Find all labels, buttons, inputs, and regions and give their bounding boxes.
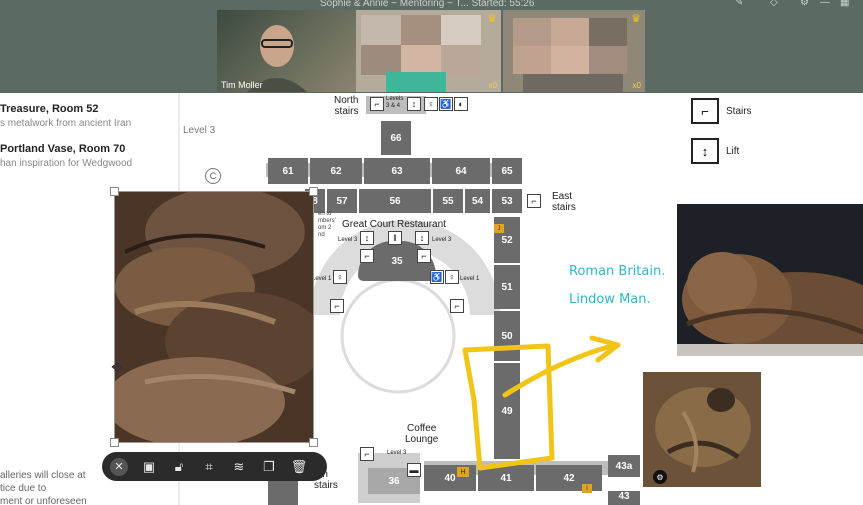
- settings-icon[interactable]: ⚙: [800, 0, 809, 8]
- resize-handle[interactable]: [309, 187, 318, 196]
- photo-image: [115, 192, 313, 442]
- accessible-toilet-icon: ♿: [439, 97, 453, 111]
- signal-icon[interactable]: ◇: [770, 0, 778, 8]
- lift-legend-label: Lift: [726, 146, 740, 157]
- room-43a[interactable]: 43a: [608, 455, 640, 477]
- room-61[interactable]: 61: [268, 158, 308, 184]
- levels-tag: Levels 3 & 4: [386, 96, 404, 109]
- lift-icon: ↕: [360, 231, 374, 245]
- stairs-icon: ⌐: [527, 194, 541, 208]
- lindow-man-photo-small[interactable]: ⚙: [643, 372, 761, 487]
- coffee-lounge-label: Coffee Lounge: [405, 423, 439, 445]
- room-50[interactable]: 50: [494, 311, 520, 361]
- room-badge: H: [457, 467, 469, 477]
- participant-video-blurred: [503, 10, 645, 92]
- annotation-roman-britain[interactable]: Roman Britain.: [569, 264, 665, 279]
- stairs-icon: ⌐: [370, 97, 384, 111]
- room-49[interactable]: 49: [494, 363, 520, 459]
- move-cursor-icon[interactable]: ✥: [109, 359, 125, 375]
- participant-tile-3[interactable]: ♛ x0: [503, 10, 645, 92]
- room-57[interactable]: 57: [327, 189, 357, 213]
- room-54[interactable]: 54: [465, 189, 490, 213]
- photo-badge-icon: ⚙: [653, 470, 667, 484]
- room-65[interactable]: 65: [492, 158, 522, 184]
- level-label: Level 3: [183, 125, 216, 136]
- room-53[interactable]: 53: [492, 189, 522, 213]
- lindow-man-photo-selected[interactable]: [114, 191, 314, 443]
- stairs-icon: ⌐: [330, 299, 344, 313]
- level-label-small: Level 3: [387, 450, 407, 456]
- room-41[interactable]: 41: [478, 465, 534, 491]
- grid-icon[interactable]: ▦: [840, 0, 849, 8]
- mic-icon[interactable]: ✎: [735, 0, 743, 8]
- north-stairs-label: North stairs: [334, 95, 359, 117]
- image-replace-icon[interactable]: ▣: [140, 458, 158, 476]
- room-badge: I: [582, 484, 592, 493]
- stairs-icon: ⌐: [360, 447, 374, 461]
- duplicate-icon[interactable]: ❐: [260, 458, 278, 476]
- photo-image: [677, 204, 863, 356]
- room-64[interactable]: 64: [432, 158, 490, 184]
- level-label-small: Level 3: [432, 237, 452, 243]
- toilets-icon: ‖: [388, 231, 402, 245]
- level-label-small: Level 1: [312, 276, 332, 282]
- lift-icon: ↕: [407, 97, 421, 111]
- stairs-icon: ⌐: [417, 249, 431, 263]
- east-stairs-label: East stairs: [552, 191, 576, 213]
- room-42[interactable]: 42: [536, 465, 602, 491]
- toilets-icon: ♀: [445, 270, 459, 284]
- resize-handle[interactable]: [110, 187, 119, 196]
- lift-icon: ↕: [415, 231, 429, 245]
- resize-handle[interactable]: [110, 438, 119, 447]
- room-43[interactable]: 43: [608, 491, 640, 505]
- participant-name: Tim Moller: [221, 80, 263, 90]
- stairs-legend-label: Stairs: [726, 106, 752, 117]
- room-62[interactable]: 62: [310, 158, 362, 184]
- restaurant-label: Great Court Restaurant: [342, 219, 446, 230]
- room-badge: J: [494, 224, 504, 233]
- reaction-count: x0: [488, 81, 497, 90]
- lindow-man-photo-right[interactable]: [677, 204, 863, 356]
- participant-tile-tim[interactable]: Tim Moller: [217, 10, 356, 92]
- reaction-count: x0: [632, 81, 641, 90]
- map-marker-c: C: [205, 168, 221, 184]
- host-crown-icon: ♛: [487, 13, 497, 25]
- delete-icon[interactable]: 🗑︎: [290, 458, 308, 476]
- unlock-icon[interactable]: 🔓︎: [170, 458, 188, 476]
- toilets-icon: ♀: [333, 270, 347, 284]
- room-63[interactable]: 63: [364, 158, 430, 184]
- participant-tile-2[interactable]: ♛ x0: [356, 10, 501, 92]
- minimize-icon[interactable]: —: [820, 0, 830, 8]
- image-edit-toolbar: ✕ ▣ 🔓︎ ⌗ ≋ ❐ 🗑︎: [102, 452, 327, 481]
- room-55[interactable]: 55: [433, 189, 463, 213]
- lift-legend-icon: ↕: [691, 138, 719, 164]
- meeting-title: Sophie & Annie ~ Mentoring ~ T... Starte…: [320, 0, 535, 9]
- room-66[interactable]: 66: [381, 121, 411, 155]
- annotation-lindow-man[interactable]: Lindow Man.: [569, 292, 651, 307]
- resize-handle[interactable]: [309, 438, 318, 447]
- stairs-legend-icon: ⌐: [691, 98, 719, 124]
- baby-change-icon: ◐: [454, 97, 468, 111]
- stairs-icon: ⌐: [450, 299, 464, 313]
- cafe-icon: ▬: [407, 463, 421, 477]
- close-icon[interactable]: ✕: [110, 457, 128, 476]
- participant-video-blurred: [356, 10, 501, 92]
- video-call-bar: Sophie & Annie ~ Mentoring ~ T... Starte…: [0, 0, 863, 93]
- host-crown-icon: ♛: [631, 13, 641, 25]
- stairs-icon: ⌐: [360, 249, 374, 263]
- room-51[interactable]: 51: [494, 265, 520, 309]
- accessible-toilet-icon: ♿: [430, 270, 444, 284]
- room-56[interactable]: 56: [359, 189, 431, 213]
- toilets-icon: ♀: [424, 97, 438, 111]
- crop-icon[interactable]: ⌗: [200, 458, 218, 476]
- level-label-small: Level 1: [460, 276, 480, 282]
- level-label-small: Level 3: [338, 237, 358, 243]
- layers-icon[interactable]: ≋: [230, 458, 248, 476]
- side-note: en to mbers' om 2 nd: [318, 211, 336, 238]
